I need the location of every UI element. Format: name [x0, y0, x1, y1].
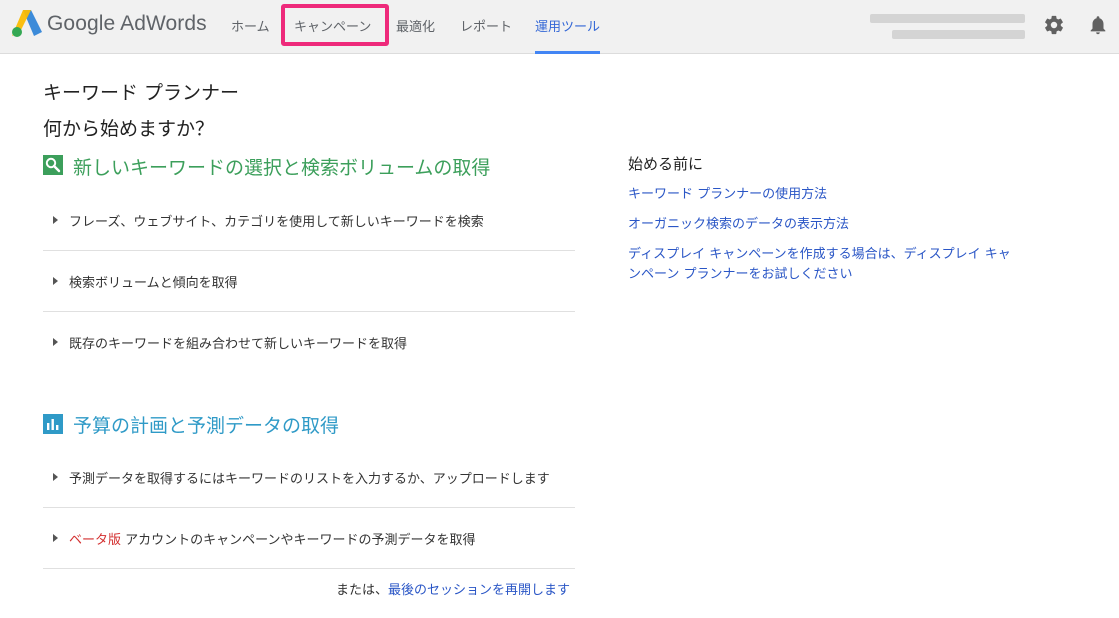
option-label: フレーズ、ウェブサイト、カテゴリを使用して新しいキーワードを検索	[69, 215, 484, 230]
resume-prefix: または、	[336, 583, 389, 598]
expand-caret-icon	[53, 216, 58, 224]
sidebar-title: 始める前に	[628, 155, 704, 173]
bell-icon[interactable]	[1087, 14, 1109, 36]
expand-caret-icon	[53, 338, 58, 346]
link-display-campaign-planner[interactable]: ディスプレイ キャンペーンを作成する場合は、ディスプレイ キャンペーン プランナ…	[628, 245, 1020, 285]
tab-tools[interactable]: 運用ツール	[535, 16, 600, 35]
option-combine-keywords[interactable]: 既存のキーワードを組み合わせて新しいキーワードを取得	[43, 313, 575, 373]
top-bar: Google AdWords ホーム キャンペーン 最適化 レポート 運用ツール	[0, 0, 1119, 54]
expand-caret-icon	[53, 277, 58, 285]
campaign-tab-highlight	[281, 4, 389, 46]
beta-badge: ベータ版	[69, 533, 122, 548]
page-question: 何から始めますか？	[43, 118, 215, 140]
section-title: 新しいキーワードの選択と検索ボリュームの取得	[73, 157, 491, 179]
tab-reports[interactable]: レポート	[460, 16, 512, 35]
expand-caret-icon	[53, 473, 58, 481]
option-forecast-from-list[interactable]: 予測データを取得するにはキーワードのリストを入力するか、アップロードします	[43, 448, 575, 508]
resume-session: または、最後のセッションを再開します	[336, 579, 570, 598]
link-organic-search-data[interactable]: オーガニック検索のデータの表示方法	[628, 215, 849, 235]
brand-name[interactable]: Google AdWords	[47, 12, 207, 36]
expand-caret-icon	[53, 534, 58, 542]
link-how-to-use-planner[interactable]: キーワード プランナーの使用方法	[628, 185, 827, 205]
option-label: 予測データを取得するにはキーワードのリストを入力するか、アップロードします	[69, 472, 550, 487]
bar-chart-icon	[43, 414, 63, 434]
account-info-blurred[interactable]	[870, 12, 1028, 42]
option-label: 検索ボリュームと傾向を取得	[69, 276, 238, 291]
option-label-text: アカウントのキャンペーンやキーワードの予測データを取得	[125, 533, 476, 548]
option-find-new-keywords[interactable]: フレーズ、ウェブサイト、カテゴリを使用して新しいキーワードを検索	[43, 191, 575, 251]
option-label: 既存のキーワードを組み合わせて新しいキーワードを取得	[69, 337, 408, 352]
section-title: 予算の計画と予測データの取得	[73, 415, 340, 437]
gear-icon[interactable]	[1043, 14, 1065, 36]
tab-optimization[interactable]: 最適化	[396, 16, 435, 35]
tab-home[interactable]: ホーム	[231, 16, 270, 35]
option-label: ベータ版 アカウントのキャンペーンやキーワードの予測データを取得	[69, 529, 476, 548]
resume-session-link[interactable]: 最後のセッションを再開します	[388, 583, 570, 598]
adwords-logo-icon[interactable]	[12, 10, 42, 38]
page-title: キーワード プランナー	[43, 82, 240, 104]
search-icon	[43, 155, 63, 175]
option-get-search-volume[interactable]: 検索ボリュームと傾向を取得	[43, 252, 575, 312]
option-account-forecast[interactable]: ベータ版 アカウントのキャンペーンやキーワードの予測データを取得	[43, 509, 575, 569]
active-tab-indicator	[535, 51, 600, 54]
